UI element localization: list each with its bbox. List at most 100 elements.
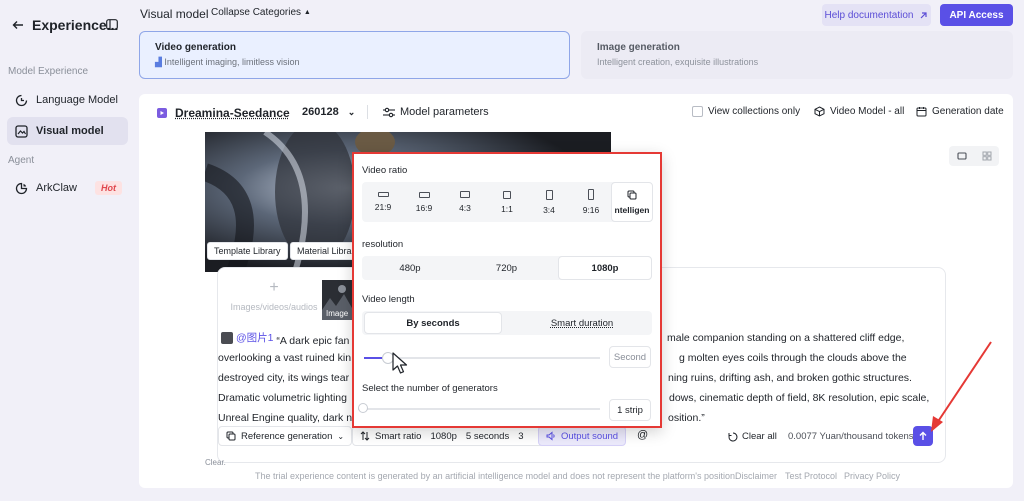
prompt-text-segment: ning ruins, drifting ash, and broken got… — [668, 372, 912, 384]
resolution-label: 1080p — [430, 430, 457, 442]
mode-card-subtitle-text: Intelligent imaging, limitless vision — [164, 57, 300, 67]
visual-model-icon — [15, 124, 28, 138]
upload-label: Images/videos/audios — [230, 302, 318, 312]
resolution-options: 480p 720p 1080p — [362, 256, 652, 280]
upload-area[interactable]: + Images/videos/audios — [226, 280, 322, 320]
model-logo-icon — [157, 108, 167, 118]
resolution-option-720p[interactable]: 720p — [458, 256, 555, 280]
video-bars-icon: ▟ — [155, 57, 165, 67]
sidebar-item-visual-model[interactable]: Visual model — [7, 117, 128, 145]
reference-tag[interactable]: @图片1 — [221, 328, 274, 348]
clear-icon — [728, 432, 738, 442]
mouse-cursor-icon — [392, 352, 410, 376]
mode-card-subtitle: Intelligent creation, exquisite illustra… — [597, 57, 759, 67]
model-parameters-label: Model parameters — [400, 106, 489, 118]
generation-date-filter[interactable]: Generation date — [916, 106, 1004, 117]
model-version-select[interactable]: 260128 ⌄ — [302, 106, 355, 118]
sidebar-item-arkclaw[interactable]: ArkClaw Hot — [7, 174, 128, 202]
reference-icon — [226, 431, 236, 441]
sidebar-collapse-icon[interactable] — [106, 19, 118, 30]
collapse-categories-button[interactable]: Collapse Categories ▲ — [211, 7, 311, 18]
video-ratio-options: 21:9 16:9 4:3 1:1 3:4 9:16 ntelligen — [362, 182, 653, 222]
ratio-label: 1:1 — [501, 203, 513, 214]
view-collections-checkbox[interactable]: View collections only — [692, 106, 800, 117]
view-collections-label: View collections only — [708, 106, 801, 117]
sidebar-item-label: Language Model — [36, 94, 118, 106]
ratio-label: 16:9 — [415, 202, 433, 213]
uploaded-image-thumbnail[interactable]: Image — [322, 280, 352, 320]
sidebar-item-label: ArkClaw — [36, 182, 77, 194]
footer-test-protocol-link[interactable]: Test Protocol — [785, 471, 837, 481]
generators-value[interactable]: 1 strip — [609, 399, 651, 421]
resolution-option-480p[interactable]: 480p — [362, 256, 458, 280]
api-access-button[interactable]: API Access — [940, 4, 1013, 26]
sidebar-header: Experience... — [12, 17, 118, 33]
generators-slider-knob[interactable] — [358, 403, 368, 413]
video-length-mode: By seconds Smart duration — [362, 311, 652, 335]
ratio-option-9-16[interactable]: 9:16 — [570, 182, 612, 222]
arkclaw-icon — [15, 182, 28, 195]
ratio-label: ntelligen — [614, 204, 650, 215]
ratio-option-1-1[interactable]: 1:1 — [486, 182, 528, 222]
ratio-option-16-9[interactable]: 16:9 — [403, 182, 445, 222]
prompt-text-segment: dows, cinematic depth of field, 8K resol… — [669, 392, 930, 404]
generators-slider[interactable] — [358, 403, 600, 413]
reference-tag-label: @图片1 — [236, 332, 274, 344]
mode-card-subtitle: ▟ Intelligent imaging, limitless vision — [155, 57, 554, 68]
sliders-icon — [383, 107, 395, 118]
mention-button[interactable]: @ — [637, 429, 648, 441]
video-length-label: Video length — [362, 294, 415, 305]
resolution-option-1080p[interactable]: 1080p — [558, 256, 652, 280]
prompt-text-segment: Dramatic volumetric lighting — [218, 392, 347, 404]
sidebar-item-language-model[interactable]: Language Model — [7, 86, 128, 114]
hot-badge: Hot — [95, 181, 122, 195]
divider — [367, 105, 368, 119]
checkbox-box[interactable] — [692, 106, 703, 117]
ratio-option-21-9[interactable]: 21:9 — [362, 182, 404, 222]
ratio-1-1-icon — [503, 190, 511, 199]
length-mode-smart-duration[interactable]: Smart duration — [512, 311, 652, 335]
prompt-text-segment: destroyed city, its wings tear — [218, 372, 350, 384]
reference-generation-label: Reference generation — [241, 430, 333, 442]
mode-card-image-generation[interactable]: Image generation Intelligent creation, e… — [581, 31, 1013, 79]
clear-all-button[interactable]: Clear all — [728, 431, 777, 442]
swap-arrows-icon — [360, 431, 370, 441]
model-parameters-button[interactable]: Model parameters — [383, 106, 489, 118]
prompt-text-segment: overlooking a vast ruined kin — [218, 352, 352, 364]
collapse-categories-label: Collapse Categories — [211, 7, 302, 18]
ratio-option-intelligent[interactable]: ntelligen — [611, 182, 653, 222]
video-ratio-label: Video ratio — [362, 165, 408, 176]
mode-card-title: Video generation — [155, 42, 236, 53]
ratio-option-4-3[interactable]: 4:3 — [444, 182, 486, 222]
video-length-value[interactable]: Second — [609, 346, 651, 368]
price-label: 0.0077 Yuan/thousand tokens — [788, 431, 914, 442]
ratio-16-9-icon — [418, 191, 430, 198]
clear-all-label: Clear all — [742, 431, 777, 442]
below-text: Clear. — [205, 458, 226, 467]
view-toggle[interactable] — [949, 146, 999, 166]
page-title: Visual model — [140, 7, 209, 21]
output-sound-toggle[interactable]: Output sound — [538, 426, 627, 446]
material-library-button[interactable]: Material Libra — [290, 242, 359, 260]
length-mode-by-seconds[interactable]: By seconds — [364, 312, 502, 334]
reference-generation-select[interactable]: Reference generation ⌄ — [218, 426, 353, 446]
video-model-filter[interactable]: Video Model - all — [814, 106, 904, 117]
ratio-option-3-4[interactable]: 3:4 — [528, 182, 570, 222]
mode-card-video-generation[interactable]: Video generation ▟ Intelligent imaging, … — [139, 31, 570, 79]
footer-privacy-link[interactable]: Privacy Policy — [844, 471, 900, 481]
sidebar-item-label: Visual model — [36, 125, 104, 137]
ratio-3-4-icon — [545, 189, 553, 200]
back-arrow-icon[interactable] — [12, 19, 24, 31]
model-name[interactable]: Dreamina-Seedance — [175, 106, 290, 120]
ratio-21-9-icon — [377, 192, 389, 197]
template-library-button[interactable]: Template Library — [207, 242, 288, 260]
thumbnail-label: Image — [326, 309, 349, 318]
help-documentation-button[interactable]: Help documentation — [822, 4, 931, 26]
count-label: 3 — [518, 430, 524, 442]
ratio-label: 9:16 — [582, 205, 600, 215]
footer-disclaimer-link[interactable]: Disclaimer — [735, 471, 777, 481]
grid-view-icon[interactable] — [982, 151, 992, 161]
reference-thumbnail-icon — [221, 332, 233, 344]
external-arrow-icon — [919, 11, 928, 20]
list-view-icon[interactable] — [956, 151, 967, 161]
